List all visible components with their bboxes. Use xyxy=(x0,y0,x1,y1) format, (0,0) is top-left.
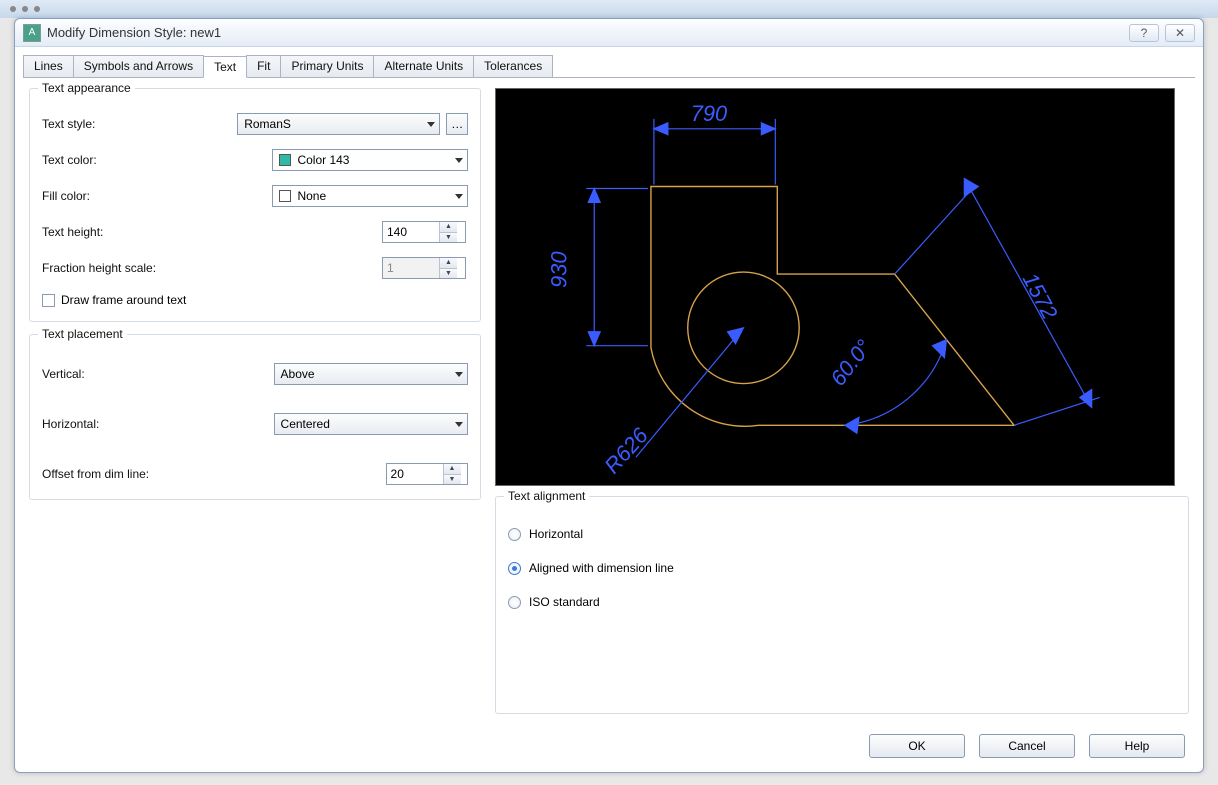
fill-color-value: None xyxy=(297,189,326,203)
tab-alternate-units[interactable]: Alternate Units xyxy=(373,55,474,77)
radio-horizontal[interactable]: Horizontal xyxy=(508,527,1176,541)
input-fraction-scale: ▲▼ xyxy=(382,257,466,279)
tabstrip: Lines Symbols and Arrows Text Fit Primar… xyxy=(15,47,1203,77)
chevron-down-icon xyxy=(455,158,463,163)
background-toolbar xyxy=(0,0,1218,18)
checkbox-box-icon xyxy=(42,294,55,307)
color-swatch-icon xyxy=(279,154,291,166)
input-offset[interactable]: ▲▼ xyxy=(386,463,468,485)
dropdown-text-color[interactable]: Color 143 xyxy=(272,149,468,171)
group-text-placement: Text placement Vertical: Above Horizonta… xyxy=(29,334,481,500)
label-vertical: Vertical: xyxy=(42,367,274,381)
dialog-titlebar: A Modify Dimension Style: new1 ? ✕ xyxy=(15,19,1203,47)
dropdown-horizontal[interactable]: Centered xyxy=(274,413,468,435)
tab-symbols-arrows[interactable]: Symbols and Arrows xyxy=(73,55,204,77)
dialog-footer: OK Cancel Help xyxy=(15,724,1203,772)
horizontal-value: Centered xyxy=(281,417,330,431)
radio-icon xyxy=(508,562,521,575)
group-title-alignment: Text alignment xyxy=(504,489,589,503)
input-text-height[interactable]: ▲▼ xyxy=(382,221,466,243)
dropdown-vertical[interactable]: Above xyxy=(274,363,468,385)
dialog-title: Modify Dimension Style: new1 xyxy=(47,25,221,40)
help-icon[interactable]: ? xyxy=(1129,24,1159,42)
group-text-alignment: Text alignment Horizontal Aligned with d… xyxy=(495,496,1189,714)
radio-icon xyxy=(508,528,521,541)
radio-aligned-label: Aligned with dimension line xyxy=(529,561,674,575)
chevron-down-icon xyxy=(455,372,463,377)
label-text-color: Text color: xyxy=(42,153,237,167)
radio-aligned[interactable]: Aligned with dimension line xyxy=(508,561,1176,575)
text-height-value[interactable] xyxy=(383,222,439,242)
spinner-fraction-scale: ▲▼ xyxy=(439,258,457,278)
chevron-down-icon xyxy=(455,422,463,427)
group-title-placement: Text placement xyxy=(38,327,127,341)
checkbox-draw-frame[interactable]: Draw frame around text xyxy=(42,293,468,307)
label-horizontal: Horizontal: xyxy=(42,417,274,431)
radio-iso-label: ISO standard xyxy=(529,595,600,609)
vertical-value: Above xyxy=(281,367,315,381)
text-color-value: Color 143 xyxy=(297,153,349,167)
tab-text[interactable]: Text xyxy=(203,56,247,78)
label-text-style: Text style: xyxy=(42,117,237,131)
tab-lines[interactable]: Lines xyxy=(23,55,74,77)
chevron-down-icon xyxy=(427,122,435,127)
label-fraction-scale: Fraction height scale: xyxy=(42,261,382,275)
dim-left: 930 xyxy=(546,251,571,288)
none-swatch-icon xyxy=(279,190,291,202)
tab-fit[interactable]: Fit xyxy=(246,55,281,77)
text-style-browse-button[interactable]: … xyxy=(446,113,468,135)
label-text-height: Text height: xyxy=(42,225,382,239)
ok-button[interactable]: OK xyxy=(869,734,965,758)
radio-horizontal-label: Horizontal xyxy=(529,527,583,541)
checkbox-draw-frame-label: Draw frame around text xyxy=(61,293,186,307)
cancel-button[interactable]: Cancel xyxy=(979,734,1075,758)
tab-primary-units[interactable]: Primary Units xyxy=(280,55,374,77)
spinner-offset[interactable]: ▲▼ xyxy=(443,464,461,484)
group-title-appearance: Text appearance xyxy=(38,81,135,95)
fraction-scale-value xyxy=(383,258,439,278)
radio-iso[interactable]: ISO standard xyxy=(508,595,1176,609)
dimension-preview: 790 930 R626 60.0° xyxy=(495,88,1175,486)
close-icon[interactable]: ✕ xyxy=(1165,24,1195,42)
label-offset: Offset from dim line: xyxy=(42,467,386,481)
group-text-appearance: Text appearance Text style: RomanS … Tex… xyxy=(29,88,481,322)
offset-value[interactable] xyxy=(387,464,443,484)
app-icon: A xyxy=(23,24,41,42)
help-button[interactable]: Help xyxy=(1089,734,1185,758)
dropdown-fill-color[interactable]: None xyxy=(272,185,468,207)
spinner-text-height[interactable]: ▲▼ xyxy=(439,222,457,242)
label-fill-color: Fill color: xyxy=(42,189,237,203)
chevron-down-icon xyxy=(455,194,463,199)
dropdown-text-style[interactable]: RomanS xyxy=(237,113,440,135)
dimension-style-dialog: A Modify Dimension Style: new1 ? ✕ Lines… xyxy=(14,18,1204,773)
text-style-value: RomanS xyxy=(244,117,291,131)
tab-tolerances[interactable]: Tolerances xyxy=(473,55,553,77)
dim-top: 790 xyxy=(691,101,728,126)
radio-icon xyxy=(508,596,521,609)
